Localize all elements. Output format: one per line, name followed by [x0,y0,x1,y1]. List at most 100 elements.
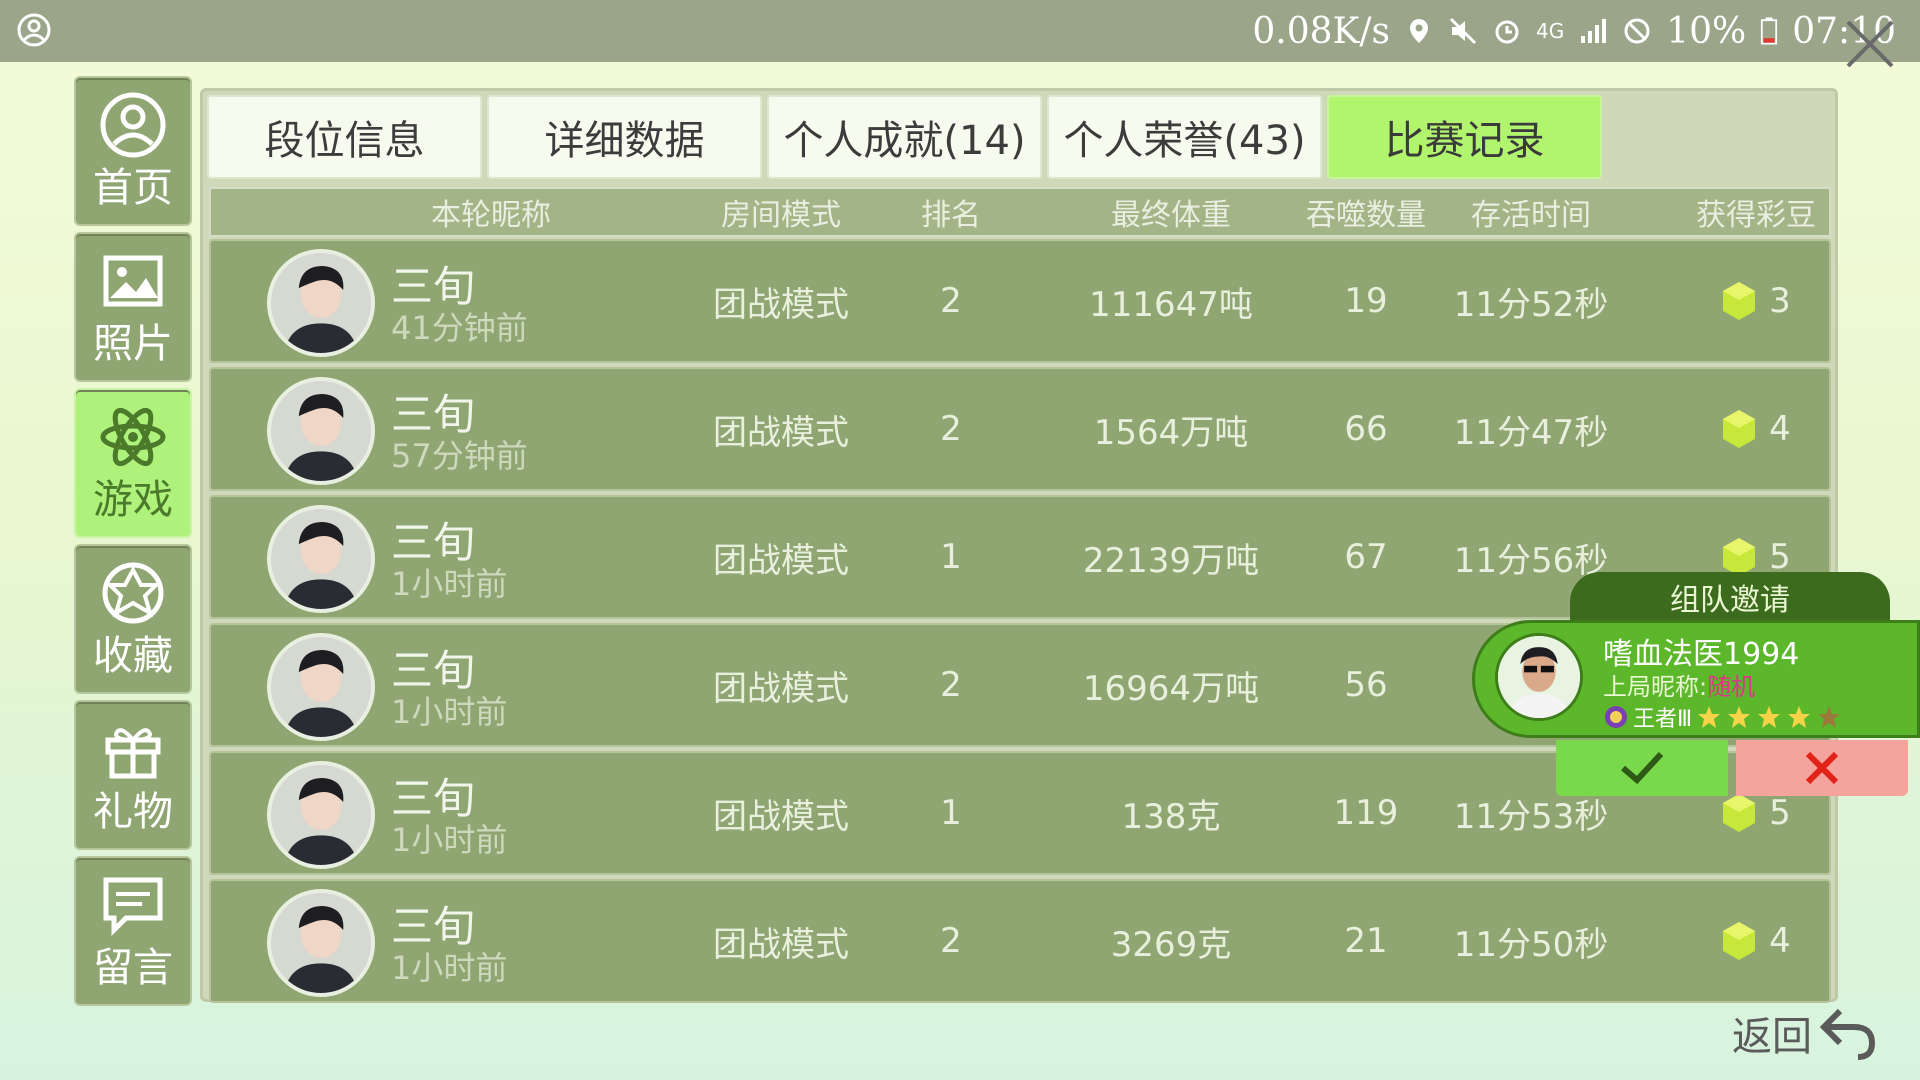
battery-percent: 10% [1666,10,1747,52]
avatar [267,889,375,997]
accept-invite-button[interactable] [1556,740,1728,796]
header-survival: 存活时间 [1471,198,1591,233]
alarm-icon [1495,20,1519,44]
table-row[interactable]: 三旬 1小时前 团战模式 2 3269克 21 11分50秒 4 [209,879,1831,1003]
row-eaten: 119 [1333,793,1399,833]
row-mode: 团战模式 [713,284,849,325]
tab-achievements[interactable]: 个人成就(14) [767,95,1042,179]
header-eaten: 吞噬数量 [1306,198,1426,233]
status-bar: 0.08K/s 4G 10% 07:10 [0,0,1920,62]
sidebar-item-gifts[interactable]: 礼物 [74,700,192,850]
row-eaten: 67 [1344,537,1388,577]
row-beans-value: 4 [1769,921,1791,961]
tab-bar: 段位信息 详细数据 个人成就(14) 个人荣誉(43) 比赛记录 [207,95,1602,179]
sidebar: 首页 照片 游戏 收藏 礼物 留言 [74,76,192,1006]
user-circle-icon [100,92,166,158]
account-icon [17,13,51,47]
flower-icon [102,562,164,624]
row-survival: 11分47秒 [1453,412,1609,453]
check-icon [1621,751,1664,785]
avatar [267,761,375,869]
header-nickname: 本轮昵称 [431,198,551,233]
row-survival: 11分52秒 [1453,284,1609,325]
avatar [267,377,375,485]
row-weight: 3269克 [1110,924,1232,965]
rank-label: 王者Ⅲ [1633,707,1693,732]
status-icons: 0.08K/s 4G 10% 07:10 [1252,0,1896,62]
row-beans-value: 5 [1769,793,1791,833]
location-icon [1410,19,1428,43]
row-weight: 111647吨 [1089,284,1253,325]
sidebar-item-label: 照片 [93,321,173,367]
sidebar-item-home[interactable]: 首页 [74,76,192,226]
row-rank: 2 [940,921,962,961]
avatar [267,633,375,741]
row-mode: 团战模式 [713,412,849,453]
row-time-ago: 1小时前 [391,693,508,731]
row-rank: 1 [940,793,962,833]
avatar [1495,633,1583,721]
back-button[interactable]: 返回 [1732,1004,1878,1062]
reject-invite-button[interactable] [1736,740,1908,796]
back-label: 返回 [1732,1014,1812,1060]
sidebar-item-label: 收藏 [93,633,173,679]
row-weight: 138克 [1121,796,1221,837]
image-icon [103,255,163,307]
avatar [267,249,375,357]
sidebar-item-photos[interactable]: 照片 [74,232,192,382]
sidebar-item-label: 礼物 [93,789,173,835]
close-icon[interactable] [1840,14,1900,74]
table-row[interactable]: 三旬 57分钟前 团战模式 2 1564万吨 66 11分47秒 4 [209,367,1831,491]
star-icon [1758,706,1781,728]
row-time-ago: 1小时前 [391,821,508,859]
row-rank: 2 [940,281,962,321]
sidebar-item-favorites[interactable]: 收藏 [74,544,192,694]
battery-icon [1761,17,1778,45]
tab-detailed-data[interactable]: 详细数据 [487,95,762,179]
row-time-ago: 41分钟前 [391,309,528,347]
sidebar-item-label: 留言 [93,945,173,991]
row-weight: 1564万吨 [1093,412,1249,453]
row-beans-value: 4 [1769,409,1791,449]
table-row[interactable]: 三旬 41分钟前 团战模式 2 111647吨 19 11分52秒 3 [209,239,1831,363]
row-mode: 团战模式 [713,540,849,581]
bean-icon [1723,794,1756,832]
star-icon [1698,706,1721,728]
net-speed: 0.08K/s [1252,10,1390,52]
tab-match-records[interactable]: 比赛记录 [1327,95,1602,179]
sidebar-item-game[interactable]: 游戏 [74,388,192,538]
row-eaten: 56 [1344,665,1388,705]
star-icon [1728,706,1751,728]
signal-icon [1581,19,1607,43]
row-rank: 2 [940,409,962,449]
row-time-ago: 1小时前 [391,949,508,987]
team-invite-card: 嗜血法医1994 上局昵称:随机 王者Ⅲ [1472,620,1920,738]
row-beans: 4 [1691,369,1821,489]
row-beans-value: 5 [1769,537,1791,577]
row-weight: 22139万吨 [1082,540,1260,581]
mute-icon [1449,17,1477,45]
sidebar-item-label: 首页 [93,165,173,211]
row-weight: 16964万吨 [1082,668,1260,709]
tab-honors[interactable]: 个人荣誉(43) [1047,95,1322,179]
row-time-ago: 1小时前 [391,565,508,603]
row-eaten: 66 [1344,409,1388,449]
header-weight: 最终体重 [1111,198,1231,233]
bean-icon [1723,282,1756,320]
row-rank: 1 [940,537,962,577]
row-eaten: 21 [1344,921,1388,961]
tab-rank-info[interactable]: 段位信息 [207,95,482,179]
message-icon [103,877,163,937]
sidebar-item-messages[interactable]: 留言 [74,856,192,1006]
row-beans: 4 [1691,881,1821,1001]
rank-badge-icon [1605,706,1627,728]
row-mode: 团战模式 [713,668,849,709]
inviter-prev-nick: 上局昵称:随机 [1603,673,1756,701]
star-icon [1788,706,1811,728]
bean-icon [1723,410,1756,448]
row-rank: 2 [940,665,962,705]
avatar [267,505,375,613]
blocked-icon [1624,18,1650,44]
back-arrow-icon [1819,1008,1876,1060]
main-panel: 段位信息 详细数据 个人成就(14) 个人荣誉(43) 比赛记录 本轮昵称 房间… [200,88,1838,1003]
